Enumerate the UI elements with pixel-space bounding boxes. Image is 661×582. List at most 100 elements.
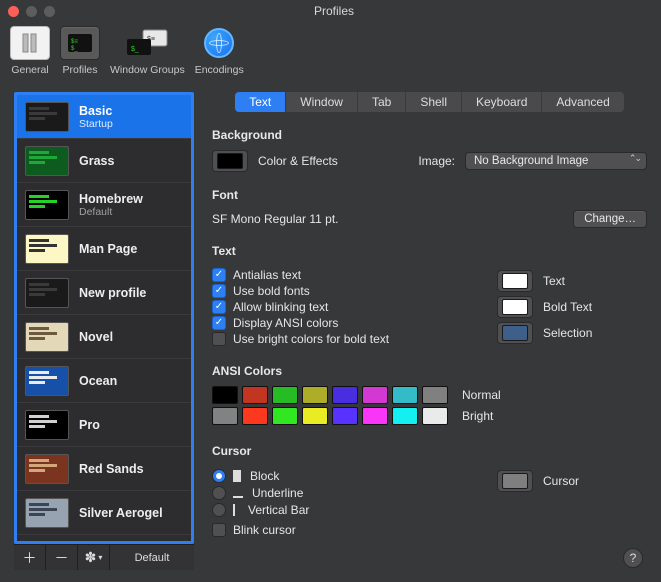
section-heading: Background [212, 128, 647, 142]
ansi-color-well[interactable] [332, 386, 358, 404]
gear-icon: ✽ [85, 549, 97, 566]
bold-fonts-checkbox[interactable]: Use bold fonts [212, 284, 471, 298]
profile-row[interactable]: Novel [17, 315, 191, 359]
profile-row[interactable]: New profile [17, 271, 191, 315]
profile-thumbnail [25, 278, 69, 308]
background-image-select[interactable]: No Background Image [465, 152, 647, 170]
tab-text[interactable]: Text [235, 92, 286, 112]
profile-row[interactable]: Pro [17, 403, 191, 447]
profile-name: Red Sands [79, 462, 144, 476]
ansi-color-well[interactable] [272, 407, 298, 425]
tab-window[interactable]: Window [286, 92, 358, 112]
profile-name: Pro [79, 418, 100, 432]
window-title: Profiles [15, 4, 653, 18]
profile-thumbnail [25, 102, 69, 132]
tab-advanced[interactable]: Advanced [542, 92, 623, 112]
profile-subtitle: Startup [79, 118, 113, 130]
selection-color-well[interactable] [497, 322, 533, 344]
window-groups-icon: $≡$_ [124, 26, 170, 60]
profile-thumbnail [25, 498, 69, 528]
font-value: SF Mono Regular 11 pt. [212, 212, 339, 226]
profile-name: New profile [79, 286, 146, 300]
chevron-down-icon: ▾ [98, 553, 102, 562]
color-effects-label: Color & Effects [258, 154, 338, 168]
profile-actions-menu[interactable]: ✽ ▾ [78, 545, 110, 570]
globe-icon [204, 28, 234, 58]
profile-row[interactable]: Man Page [17, 227, 191, 271]
blink-cursor-checkbox[interactable]: Blink cursor [212, 523, 471, 537]
ansi-color-well[interactable] [422, 407, 448, 425]
profile-name: Man Page [79, 242, 137, 256]
settings-tabs: Text Window Tab Shell Keyboard Advanced [235, 92, 624, 112]
profile-thumbnail [25, 366, 69, 396]
ansi-color-well[interactable] [362, 407, 388, 425]
toolbar-item-general[interactable]: General [10, 26, 50, 76]
profile-row[interactable]: HomebrewDefault [17, 183, 191, 227]
ansi-color-well[interactable] [422, 386, 448, 404]
ansi-color-well[interactable] [242, 407, 268, 425]
ansi-color-well[interactable] [392, 386, 418, 404]
toolbar-item-label: Window Groups [110, 64, 185, 76]
profile-row[interactable]: BasicStartup [17, 95, 191, 139]
encodings-icon [199, 26, 239, 60]
underline-cursor-icon [233, 488, 243, 498]
ansi-color-well[interactable] [302, 386, 328, 404]
ansi-color-well[interactable] [362, 386, 388, 404]
change-font-button[interactable]: Change… [573, 210, 647, 228]
cursor-color-well[interactable] [497, 470, 533, 492]
toolbar-item-label: Encodings [195, 64, 244, 76]
bold-text-color-well[interactable] [497, 296, 533, 318]
text-color-well[interactable] [497, 270, 533, 292]
bright-bold-checkbox[interactable]: Use bright colors for bold text [212, 332, 471, 346]
toolbar-item-encodings[interactable]: Encodings [195, 26, 244, 76]
profile-thumbnail [25, 410, 69, 440]
tab-shell[interactable]: Shell [406, 92, 462, 112]
section-heading: Text [212, 244, 647, 258]
profiles-sidebar: BasicStartupGrassHomebrewDefaultMan Page… [14, 92, 194, 570]
profile-list[interactable]: BasicStartup Grass HomebrewDefault Man Page… [14, 92, 194, 544]
ansi-color-well[interactable] [242, 386, 268, 404]
ansi-color-well[interactable] [392, 407, 418, 425]
ansi-color-well[interactable] [332, 407, 358, 425]
ansi-row-label: Normal [462, 388, 501, 402]
background-color-well[interactable] [212, 150, 248, 172]
profile-row[interactable]: Silver Aerogel [17, 491, 191, 535]
profiles-icon: $≡$_ [60, 26, 100, 60]
toolbar-item-window-groups[interactable]: $≡$_ Window Groups [110, 26, 185, 76]
remove-profile-button[interactable]: － [46, 545, 78, 570]
preferences-toolbar: General $≡$_ Profiles $≡$_ Window Groups… [0, 22, 661, 82]
profile-name: Homebrew [79, 192, 143, 206]
ansi-colors-section: ANSI Colors Normal Bright [212, 364, 647, 428]
profile-row[interactable]: Ocean [17, 359, 191, 403]
ansi-color-well[interactable] [272, 386, 298, 404]
profile-thumbnail [25, 454, 69, 484]
ansi-color-well[interactable] [212, 386, 238, 404]
profile-thumbnail [25, 146, 69, 176]
cursor-underline-radio[interactable]: Underline [212, 486, 471, 500]
profile-row[interactable]: Red Sands [17, 447, 191, 491]
ansi-color-well[interactable] [212, 407, 238, 425]
blinking-checkbox[interactable]: Allow blinking text [212, 300, 471, 314]
profile-name: Grass [79, 154, 114, 168]
add-profile-button[interactable]: ＋ [14, 545, 46, 570]
antialias-checkbox[interactable]: Antialias text [212, 268, 471, 282]
toolbar-item-profiles[interactable]: $≡$_ Profiles [60, 26, 100, 76]
default-profile-button[interactable]: Default [110, 545, 194, 570]
vertical-cursor-icon [233, 504, 235, 516]
help-button[interactable]: ? [623, 548, 643, 568]
profile-thumbnail [25, 190, 69, 220]
general-icon [10, 26, 50, 60]
titlebar: Profiles [0, 0, 661, 22]
svg-text:$_: $_ [71, 46, 78, 52]
profile-row[interactable]: Grass [17, 139, 191, 183]
ansi-color-well[interactable] [302, 407, 328, 425]
section-heading: Font [212, 188, 647, 202]
profile-name: Ocean [79, 374, 117, 388]
block-cursor-icon [233, 470, 241, 482]
section-heading: ANSI Colors [212, 364, 647, 378]
tab-keyboard[interactable]: Keyboard [462, 92, 542, 112]
tab-tab[interactable]: Tab [358, 92, 406, 112]
cursor-block-radio[interactable]: Block [212, 469, 471, 483]
cursor-vertical-radio[interactable]: Vertical Bar [212, 503, 471, 517]
ansi-colors-checkbox[interactable]: Display ANSI colors [212, 316, 471, 330]
